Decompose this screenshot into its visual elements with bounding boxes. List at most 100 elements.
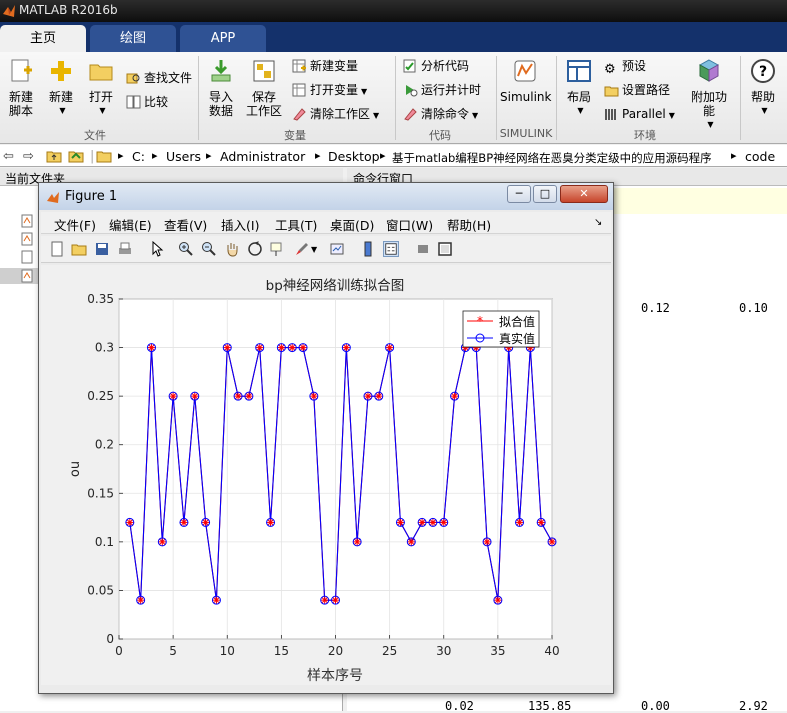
- menu-help[interactable]: 帮助(H): [447, 215, 491, 234]
- back-arrow-icon[interactable]: ⇦: [3, 149, 14, 164]
- compare-button[interactable]: 比较: [126, 94, 168, 110]
- y-tick-label: 0: [106, 632, 114, 646]
- menu-file[interactable]: 文件(F): [54, 215, 96, 234]
- chart-legend[interactable]: * 拟合值 真实值: [462, 310, 540, 348]
- chevron-down-icon[interactable]: ▼: [311, 245, 327, 261]
- import-data-label: 导入 数据: [208, 90, 233, 118]
- analyze-code-button[interactable]: 分析代码: [403, 58, 469, 74]
- chevron-down-icon: ▼: [707, 120, 714, 129]
- gear-icon: ⚙: [604, 62, 616, 77]
- output-value: 0.12: [641, 301, 670, 315]
- add-ons-button[interactable]: 附加功能 ▼: [686, 58, 732, 132]
- legend-label-actual: 真实值: [499, 331, 535, 346]
- tab-plots[interactable]: 绘图: [90, 25, 176, 52]
- chevron-right-icon: ▸: [152, 149, 158, 162]
- colorbar-icon[interactable]: [360, 241, 376, 257]
- layout-button[interactable]: 布局 ▼: [562, 58, 596, 118]
- new-figure-icon[interactable]: [49, 241, 65, 257]
- zoom-in-icon[interactable]: [178, 241, 194, 257]
- pan-hand-icon[interactable]: [224, 241, 240, 257]
- figure-titlebar[interactable]: Figure 1 ─ □ ✕: [39, 183, 613, 210]
- browse-folder-icon[interactable]: [68, 149, 84, 163]
- hide-plot-tools-icon[interactable]: [415, 241, 431, 257]
- show-plot-tools-icon[interactable]: [437, 241, 453, 257]
- tab-apps[interactable]: APP: [180, 25, 266, 52]
- clear-workspace-button[interactable]: 清除工作区 ▼: [292, 106, 379, 124]
- address-bar: ⇦ ⇨ | ▸ C: ▸ Users ▸ Administrator ▸ Des…: [0, 145, 787, 167]
- clear-commands-icon: [404, 108, 417, 121]
- breadcrumb-item[interactable]: C:: [132, 149, 145, 164]
- add-ons-icon: [698, 59, 720, 82]
- ribbon-tabs: 主页 绘图 APP: [0, 22, 787, 52]
- data-cursor-icon[interactable]: [269, 241, 285, 257]
- menu-edit[interactable]: 编辑(E): [109, 215, 152, 234]
- menu-view[interactable]: 查看(V): [164, 215, 207, 234]
- rotate-3d-icon[interactable]: [247, 241, 263, 257]
- breadcrumb-item[interactable]: Users: [166, 149, 201, 164]
- new-variable-label: 新建变量: [310, 59, 359, 73]
- open-file-icon[interactable]: [71, 241, 87, 257]
- menu-tools[interactable]: 工具(T): [275, 215, 317, 234]
- save-icon[interactable]: [94, 241, 110, 257]
- close-button[interactable]: ✕: [560, 185, 608, 203]
- clear-workspace-icon: [293, 108, 306, 121]
- brush-icon[interactable]: [293, 241, 309, 257]
- minimize-button[interactable]: ─: [507, 185, 531, 203]
- forward-arrow-icon[interactable]: ⇨: [23, 149, 34, 164]
- zoom-out-icon[interactable]: [201, 241, 217, 257]
- new-variable-icon: [292, 59, 306, 73]
- new-variable-button[interactable]: 新建变量: [292, 58, 358, 74]
- save-workspace-button[interactable]: 保存 工作区: [244, 58, 284, 118]
- chevron-down-icon: ▼: [472, 111, 479, 120]
- matlab-logo-icon: [3, 5, 15, 17]
- breadcrumb-item[interactable]: 基于matlab编程BP神经网络在恶臭分类定级中的应用源码程序: [392, 150, 712, 166]
- folder-icon: [89, 64, 113, 81]
- menu-insert[interactable]: 插入(I): [221, 215, 259, 234]
- menu-desktop[interactable]: 桌面(D): [330, 215, 374, 234]
- import-data-icon: [211, 60, 231, 82]
- save-workspace-label: 保存 工作区: [245, 90, 282, 118]
- pointer-icon[interactable]: [149, 241, 165, 257]
- help-button[interactable]: ? 帮助 ▼: [746, 58, 780, 118]
- new-script-button[interactable]: 新建 脚本: [4, 58, 38, 118]
- file-icon[interactable]: [20, 250, 34, 264]
- file-icon[interactable]: [20, 269, 34, 283]
- breadcrumb-item[interactable]: Administrator: [220, 149, 305, 164]
- link-plot-icon[interactable]: [329, 241, 345, 257]
- open-variable-button[interactable]: 打开变量 ▼: [292, 82, 367, 100]
- file-icon[interactable]: [20, 232, 34, 246]
- breadcrumb-item[interactable]: code: [745, 149, 775, 164]
- set-path-label: 设置路径: [622, 83, 671, 97]
- new-button[interactable]: 新建 ▼: [44, 58, 78, 118]
- chevron-down-icon: ▼: [577, 106, 584, 115]
- find-files-button[interactable]: 查找文件: [126, 70, 192, 86]
- up-folder-icon[interactable]: [46, 149, 62, 163]
- file-icon[interactable]: [20, 214, 34, 228]
- import-data-button[interactable]: 导入 数据: [204, 58, 238, 118]
- output-value: 0.10: [739, 301, 768, 315]
- x-tick-label: 35: [490, 644, 505, 658]
- print-icon[interactable]: [117, 241, 133, 257]
- open-button[interactable]: 打开 ▼: [84, 58, 118, 118]
- breadcrumb-item[interactable]: Desktop: [328, 149, 380, 164]
- run-and-time-button[interactable]: 运行并计时: [403, 82, 481, 98]
- ribbon-divider: [395, 56, 396, 140]
- maximize-button[interactable]: □: [533, 185, 557, 203]
- chevron-right-icon: ▸: [315, 149, 321, 162]
- chevron-right-icon: ▸: [206, 149, 212, 162]
- set-path-button[interactable]: 设置路径: [604, 82, 670, 98]
- open-variable-label: 打开变量: [310, 83, 359, 97]
- group-simulink-label: SIMULINK: [499, 127, 553, 140]
- x-tick-label: 0: [115, 644, 123, 658]
- menu-window[interactable]: 窗口(W): [386, 215, 433, 234]
- legend-icon[interactable]: [383, 241, 399, 257]
- tab-home[interactable]: 主页: [0, 25, 86, 52]
- simulink-icon: [514, 60, 536, 82]
- ribbon-toolbar: 新建 脚本 新建 ▼ 打开 ▼ 查找文件 比较 文件 导入 数据 保存 工作区 新建…: [0, 52, 787, 144]
- simulink-button[interactable]: Simulink: [500, 58, 551, 104]
- parallel-button[interactable]: Parallel ▼: [604, 106, 675, 124]
- preferences-button[interactable]: ⚙ 预设: [604, 58, 646, 77]
- fit-chart[interactable]: 0 5 10 15 20 25 30 35 40 0 0.05 0.1 0.15 0.2 0.25 0.3 0.…: [41, 265, 611, 685]
- clear-commands-button[interactable]: 清除命令 ▼: [403, 106, 478, 124]
- menu-overflow-icon[interactable]: ↘: [594, 217, 602, 228]
